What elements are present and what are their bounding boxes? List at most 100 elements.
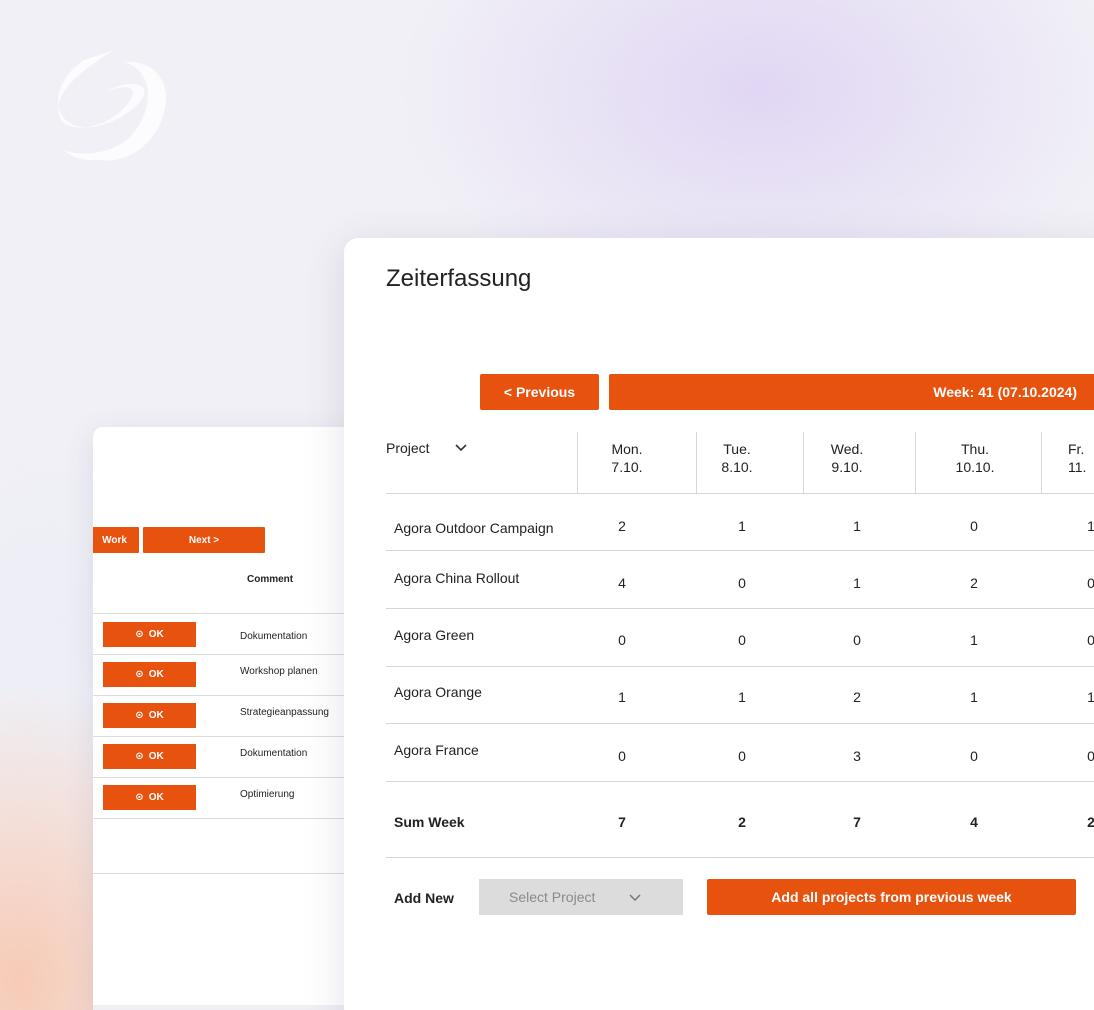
comment-text: Strategieanpassung bbox=[240, 707, 329, 718]
day-name: Fr. bbox=[1068, 441, 1085, 457]
comment-text: Workshop planen bbox=[240, 666, 318, 677]
check-circle-icon: ⊙ bbox=[135, 792, 144, 803]
hours-cell[interactable]: 1 bbox=[1071, 518, 1094, 534]
sum-cell: 2 bbox=[1087, 814, 1094, 830]
ok-button[interactable]: ⊙ OK bbox=[103, 703, 196, 728]
sum-divider bbox=[386, 857, 1094, 858]
day-header-wed: Wed. 9.10. bbox=[817, 432, 877, 494]
day-name: Mon. bbox=[611, 441, 643, 457]
ok-label: OK bbox=[148, 669, 164, 680]
ok-label: OK bbox=[148, 710, 164, 721]
sum-cell: 2 bbox=[738, 814, 746, 830]
row-divider bbox=[386, 723, 1094, 724]
day-date: 10.10. bbox=[955, 459, 995, 475]
page-title: Zeiterfassung bbox=[386, 265, 532, 292]
hours-cell[interactable]: 1 bbox=[837, 518, 877, 534]
add-new-label: Add New bbox=[394, 890, 454, 906]
previous-week-label: < Previous bbox=[503, 384, 576, 400]
week-label: Week: 41 (07.10.2024) bbox=[933, 384, 1077, 400]
hours-cell[interactable]: 1 bbox=[837, 575, 877, 591]
project-name: Agora Orange bbox=[394, 684, 482, 700]
hours-cell[interactable]: 0 bbox=[1071, 632, 1094, 648]
hours-cell[interactable]: 0 bbox=[722, 748, 762, 764]
hours-cell[interactable]: 1 bbox=[722, 518, 762, 534]
ok-label: OK bbox=[148, 751, 164, 762]
hours-cell[interactable]: 0 bbox=[722, 575, 762, 591]
comment-text: Optimierung bbox=[240, 789, 295, 800]
sum-cell: 7 bbox=[618, 814, 626, 830]
hours-cell[interactable]: 2 bbox=[837, 689, 877, 705]
hours-cell[interactable]: 4 bbox=[602, 575, 642, 591]
time-tracking-window: Zeiterfassung < Previous Week: 41 (07.10… bbox=[344, 238, 1094, 1010]
work-button-label: Work bbox=[102, 534, 127, 546]
select-project-placeholder: Select Project bbox=[509, 889, 596, 905]
chevron-down-icon[interactable] bbox=[454, 443, 468, 453]
hours-cell[interactable]: 3 bbox=[837, 748, 877, 764]
sum-week-label: Sum Week bbox=[394, 814, 465, 830]
project-name: Agora Outdoor Campaign bbox=[394, 520, 554, 536]
chevron-down-icon bbox=[629, 894, 641, 902]
day-header-tue: Tue. 8.10. bbox=[707, 432, 767, 494]
ok-label: OK bbox=[148, 792, 164, 803]
select-project-dropdown[interactable]: Select Project bbox=[479, 879, 683, 915]
sum-cell: 4 bbox=[970, 814, 978, 830]
hours-cell[interactable]: 1 bbox=[954, 689, 994, 705]
day-date: 9.10. bbox=[831, 459, 863, 475]
brand-logo bbox=[57, 50, 167, 161]
check-circle-icon: ⊙ bbox=[135, 669, 144, 680]
day-name: Thu. bbox=[960, 441, 989, 457]
ok-button[interactable]: ⊙ OK bbox=[103, 622, 196, 647]
column-divider bbox=[803, 432, 804, 494]
hours-cell[interactable]: 1 bbox=[602, 689, 642, 705]
next-button[interactable]: Next > bbox=[143, 527, 265, 553]
hours-cell[interactable]: 1 bbox=[1071, 689, 1094, 705]
comment-text: Dokumentation bbox=[240, 748, 308, 759]
add-all-label: Add all projects from previous week bbox=[771, 889, 1012, 905]
ok-button[interactable]: ⊙ OK bbox=[103, 785, 196, 810]
work-button[interactable]: Work bbox=[93, 527, 139, 553]
comment-text: Dokumentation bbox=[240, 631, 308, 642]
comment-column-header: Comment bbox=[247, 574, 294, 585]
header-divider bbox=[386, 493, 1094, 494]
project-name: Agora China Rollout bbox=[394, 570, 520, 586]
day-date: 7.10. bbox=[611, 459, 643, 475]
day-date: 11. bbox=[1068, 459, 1087, 475]
day-header-mon: Mon. 7.10. bbox=[597, 432, 657, 494]
add-all-previous-week-button[interactable]: Add all projects from previous week bbox=[707, 879, 1076, 915]
project-name: Agora France bbox=[394, 742, 479, 758]
check-circle-icon: ⊙ bbox=[135, 629, 144, 640]
week-selector[interactable]: Week: 41 (07.10.2024) bbox=[609, 374, 1094, 410]
ok-button[interactable]: ⊙ OK bbox=[103, 662, 196, 687]
row-divider bbox=[386, 550, 1094, 551]
next-button-label: Next > bbox=[188, 534, 220, 546]
hours-cell[interactable]: 1 bbox=[954, 632, 994, 648]
hours-cell[interactable]: 0 bbox=[1071, 575, 1094, 591]
day-header-thu: Thu. 10.10. bbox=[945, 432, 1005, 494]
column-divider bbox=[696, 432, 697, 494]
hours-cell[interactable]: 0 bbox=[602, 748, 642, 764]
project-column-header[interactable]: Project bbox=[386, 440, 430, 456]
row-divider bbox=[386, 781, 1094, 782]
previous-week-button[interactable]: < Previous bbox=[480, 374, 599, 410]
hours-cell[interactable]: 0 bbox=[954, 748, 994, 764]
hours-cell[interactable]: 0 bbox=[837, 632, 877, 648]
hours-cell[interactable]: 0 bbox=[954, 518, 994, 534]
check-circle-icon: ⊙ bbox=[135, 710, 144, 721]
day-header-fri: Fr. 11. bbox=[1068, 432, 1094, 494]
sum-cell: 7 bbox=[853, 814, 861, 830]
row-divider bbox=[386, 666, 1094, 667]
hours-cell[interactable]: 0 bbox=[602, 632, 642, 648]
check-circle-icon: ⊙ bbox=[135, 751, 144, 762]
project-name: Agora Green bbox=[394, 627, 475, 643]
ok-button[interactable]: ⊙ OK bbox=[103, 744, 196, 769]
day-name: Wed. bbox=[830, 441, 864, 457]
column-divider bbox=[577, 432, 578, 494]
hours-cell[interactable]: 2 bbox=[954, 575, 994, 591]
hours-cell[interactable]: 0 bbox=[1071, 748, 1094, 764]
day-date: 8.10. bbox=[721, 459, 753, 475]
hours-cell[interactable]: 2 bbox=[602, 518, 642, 534]
hours-cell[interactable]: 1 bbox=[722, 689, 762, 705]
hours-cell[interactable]: 0 bbox=[722, 632, 762, 648]
column-divider bbox=[1041, 432, 1042, 494]
day-name: Tue. bbox=[723, 441, 751, 457]
